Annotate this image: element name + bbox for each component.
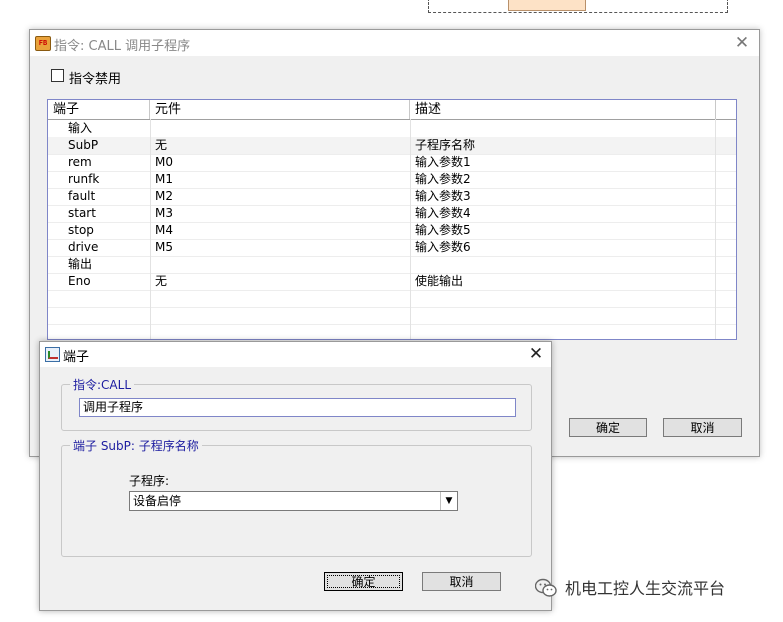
- terminal-cell: runfk: [68, 172, 100, 186]
- terminal-cell: Eno: [68, 274, 91, 288]
- element-cell: M5: [155, 240, 173, 254]
- description-cell: 输入参数6: [415, 240, 471, 254]
- close-icon[interactable]: ✕: [731, 32, 753, 54]
- instruction-group-label: 指令:CALL: [70, 376, 135, 393]
- description-cell: 子程序名称: [415, 138, 476, 152]
- column-header-element[interactable]: 元件: [150, 100, 410, 119]
- table-row[interactable]: [48, 307, 736, 325]
- table-row[interactable]: fault M2 输入参数3: [48, 188, 736, 206]
- dialog-title: 指令: CALL 调用子程序: [54, 39, 191, 54]
- element-cell: M2: [155, 189, 173, 203]
- instruction-name-input[interactable]: 调用子程序: [79, 398, 516, 417]
- chevron-down-icon[interactable]: ▼: [440, 492, 457, 510]
- table-right-column: [715, 119, 736, 339]
- description-cell: 输入参数1: [415, 155, 471, 169]
- table-row[interactable]: rem M0 输入参数1: [48, 154, 736, 172]
- element-cell: M4: [155, 223, 173, 237]
- subprogram-label: 子程序:: [129, 474, 170, 488]
- terminal-cell: stop: [68, 223, 94, 237]
- table-row[interactable]: start M3 输入参数4: [48, 205, 736, 223]
- table-row[interactable]: runfk M1 输入参数2: [48, 171, 736, 189]
- terminal-dialog: 端子 ✕ 指令:CALL 调用子程序 端子 SubP: 子程序名称 子程序: 设…: [39, 341, 552, 611]
- subprogram-select[interactable]: 设备启停 ▼: [129, 491, 458, 511]
- table-row[interactable]: drive M5 输入参数6: [48, 239, 736, 257]
- terminal-cell: 输出: [68, 257, 93, 271]
- close-icon[interactable]: ✕: [525, 343, 547, 365]
- cancel-button[interactable]: 取消: [663, 418, 742, 437]
- table-header: 端子 元件 描述: [48, 100, 736, 120]
- element-cell: M1: [155, 172, 173, 186]
- title-bar: FB 指令: CALL 调用子程序 ✕: [30, 30, 759, 56]
- terminal-cell: drive: [68, 240, 99, 254]
- terminal-cell: 输入: [68, 121, 93, 135]
- table-row[interactable]: [48, 290, 736, 308]
- sub-dialog-title: 端子: [63, 350, 90, 365]
- terminal-cell: fault: [68, 189, 96, 203]
- sub-cancel-button[interactable]: 取消: [422, 572, 501, 591]
- description-cell: 输入参数3: [415, 189, 471, 203]
- table-row[interactable]: Eno 无 使能输出: [48, 273, 736, 291]
- description-cell: 使能输出: [415, 274, 464, 288]
- sub-ok-button[interactable]: 确定: [324, 572, 403, 591]
- disable-instruction-checkbox[interactable]: [51, 69, 64, 82]
- element-cell: M0: [155, 155, 173, 169]
- table-row[interactable]: stop M4 输入参数5: [48, 222, 736, 240]
- wechat-icon: [535, 578, 557, 597]
- table-row[interactable]: 输出: [48, 256, 736, 274]
- fb-block-icon: FB: [35, 36, 51, 51]
- column-header-description[interactable]: 描述: [410, 100, 716, 119]
- description-cell: 输入参数2: [415, 172, 471, 186]
- sub-title-bar: 端子 ✕: [40, 342, 551, 367]
- terminal-cell: start: [68, 206, 96, 220]
- description-cell: 输入参数5: [415, 223, 471, 237]
- description-cell: 输入参数4: [415, 206, 471, 220]
- canvas-block: [508, 0, 586, 11]
- terminal-cell: SubP: [68, 138, 99, 152]
- terminal-group-label: 端子 SubP: 子程序名称: [70, 437, 202, 454]
- table-row[interactable]: SubP 无 子程序名称: [48, 137, 736, 155]
- column-header-terminal[interactable]: 端子: [48, 100, 150, 119]
- column-divider: [150, 119, 151, 339]
- terminal-group: 端子 SubP: 子程序名称 子程序: 设备启停 ▼: [61, 437, 532, 557]
- subprogram-selected-value: 设备启停: [133, 494, 182, 508]
- element-cell: 无: [155, 138, 168, 152]
- table-row[interactable]: 输入: [48, 120, 736, 138]
- disable-instruction-label: 指令禁用: [69, 72, 122, 87]
- column-divider: [410, 119, 411, 339]
- watermark-text: 机电工控人生交流平台: [565, 579, 726, 598]
- terminal-cell: rem: [68, 155, 92, 169]
- element-cell: M3: [155, 206, 173, 220]
- instruction-group: 指令:CALL 调用子程序: [61, 376, 532, 431]
- terminal-table: 端子 元件 描述 输入 SubP 无 子程序名称 rem M0 输入参数1 runfk M1 输入…: [47, 99, 737, 340]
- ok-button[interactable]: 确定: [569, 418, 647, 437]
- terminal-chart-icon: [45, 347, 60, 362]
- element-cell: 无: [155, 274, 168, 288]
